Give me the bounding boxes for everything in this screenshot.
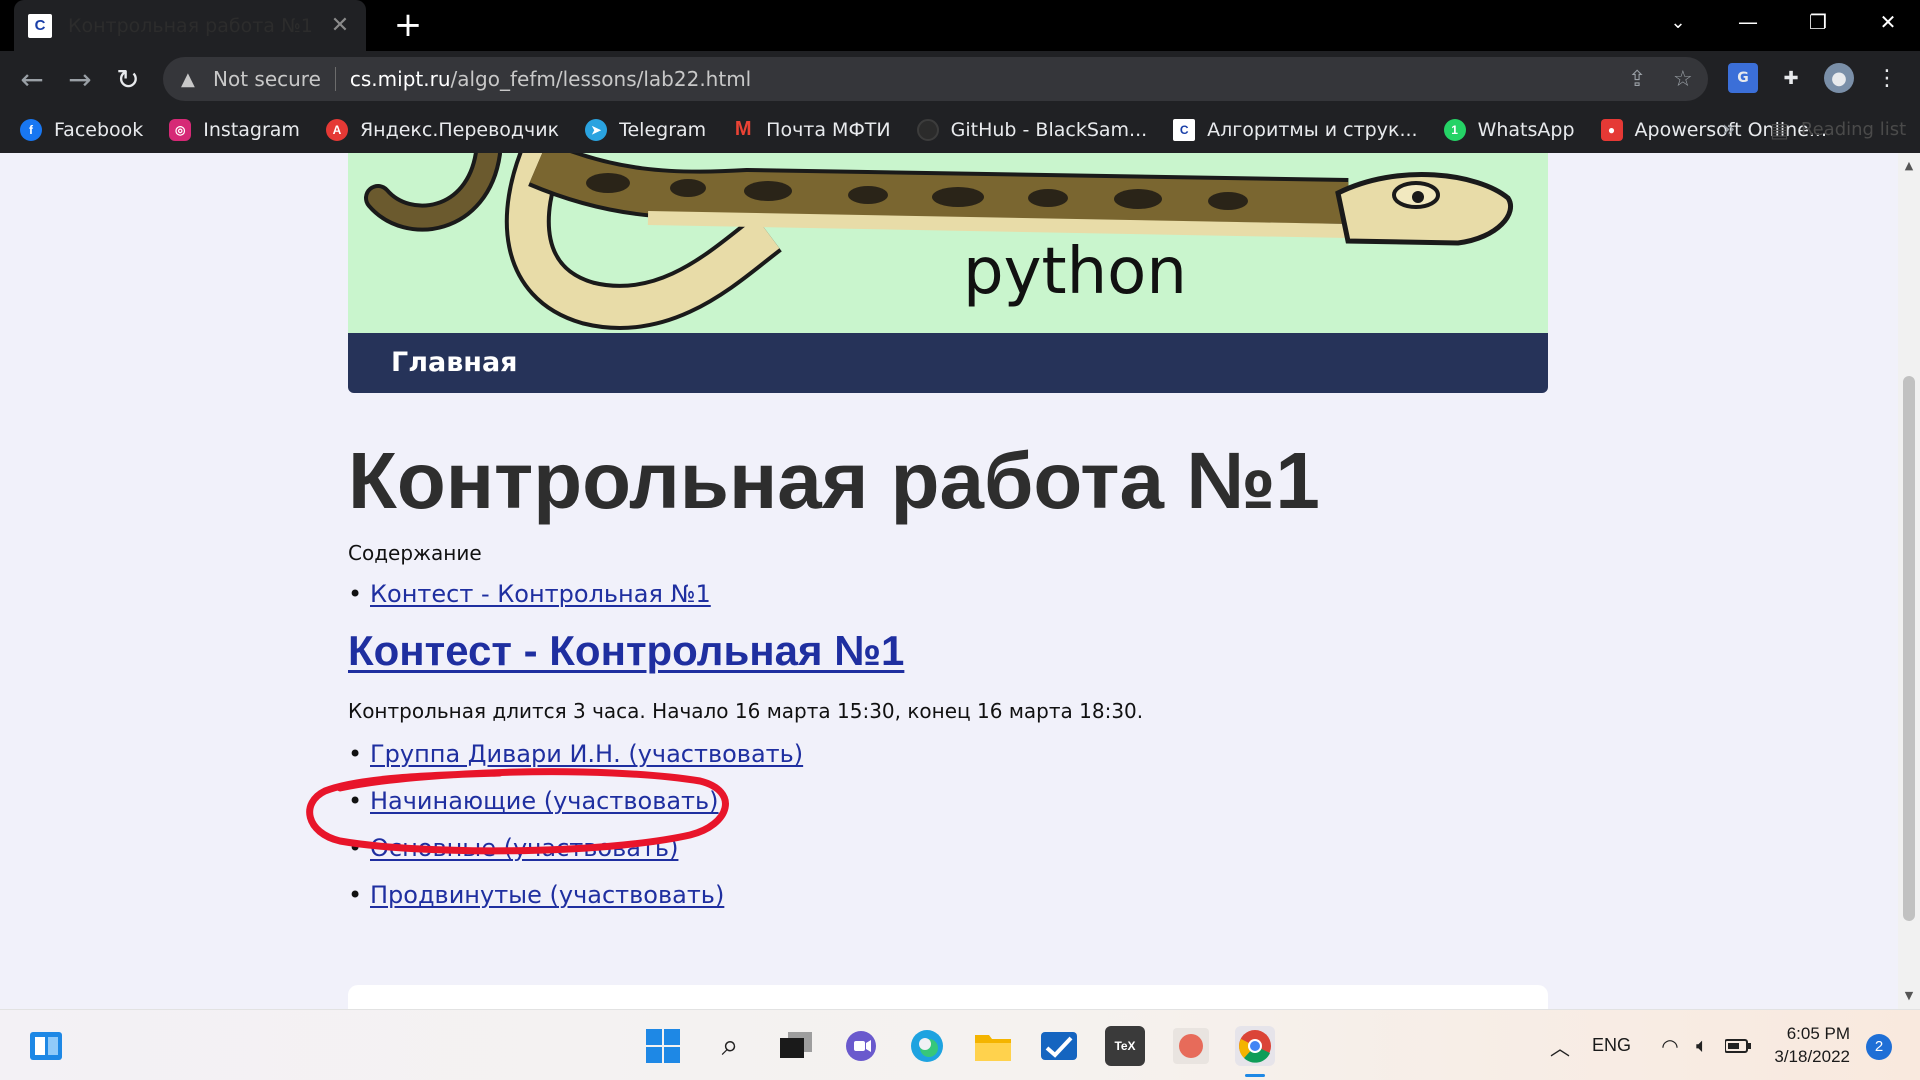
url-text[interactable]: cs.mipt.ru/algo_fefm/lessons/lab22.html: [350, 67, 751, 91]
instagram-icon: ◎: [169, 118, 192, 141]
back-icon[interactable]: ←: [12, 59, 52, 99]
task-view-icon[interactable]: [776, 1026, 816, 1066]
address-bar[interactable]: ▲ Not secure cs.mipt.ru/algo_fefm/lesson…: [163, 57, 1708, 101]
bookmark-label: Telegram: [619, 118, 707, 141]
toc-list: Контест - Контрольная №1: [348, 578, 711, 625]
bookmark-yandex-translate[interactable]: A Яндекс.Переводчик: [325, 118, 560, 141]
c-lang-icon: C: [1173, 118, 1196, 141]
close-window-icon[interactable]: ✕: [1860, 0, 1916, 44]
url-host: cs.mipt.ru: [349, 67, 451, 91]
footer-card: [348, 985, 1548, 1009]
python-snake-illustration: python: [364, 153, 1513, 330]
chrome-icon[interactable]: [1235, 1026, 1275, 1066]
reading-list-label: Reading list: [1800, 119, 1907, 140]
bookmark-instagram[interactable]: ◎ Instagram: [169, 118, 300, 141]
banner-text: python: [963, 235, 1187, 309]
bookmark-label: Facebook: [54, 118, 144, 141]
clock[interactable]: 6:05 PM 3/18/2022: [1770, 1022, 1850, 1068]
edge-icon[interactable]: [907, 1026, 947, 1066]
bookmark-label: Почта МФТИ: [766, 118, 891, 141]
bookmark-telegram[interactable]: ➤ Telegram: [585, 118, 707, 141]
list-item: Продвинутые (участвовать): [348, 879, 803, 926]
menu-icon[interactable]: ⋮: [1872, 63, 1902, 93]
whatsapp-icon: 1: [1443, 118, 1466, 141]
bookmark-label: GitHub - BlackSam...: [950, 118, 1148, 141]
omnibox-divider: [334, 67, 336, 91]
red-annotation-circle: [306, 768, 729, 855]
gmail-icon: M: [734, 118, 752, 140]
bookmark-github[interactable]: GitHub - BlackSam...: [916, 118, 1148, 141]
list-item: Контест - Контрольная №1: [348, 578, 711, 625]
toc-label: Содержание: [348, 541, 482, 565]
telegram-icon: ➤: [585, 118, 608, 141]
group-link-advanced[interactable]: Продвинутые (участвовать): [370, 881, 724, 909]
active-app-indicator: [1245, 1074, 1265, 1077]
bookmark-label: Instagram: [203, 118, 300, 141]
bookmark-label: Алгоритмы и струк...: [1207, 118, 1418, 141]
page-viewport: python Главная Контрольная работа №1 Сод…: [0, 153, 1898, 1009]
start-icon[interactable]: [643, 1026, 683, 1066]
tab-title: Контрольная работа №1: [68, 14, 313, 37]
forward-icon[interactable]: →: [60, 59, 100, 99]
duration-text: Контрольная длится 3 часа. Начало 16 мар…: [348, 699, 1144, 723]
page-title: Контрольная работа №1: [348, 436, 1320, 525]
bookmark-mipt-mail[interactable]: M Почта МФТИ: [732, 118, 891, 141]
section-heading-link[interactable]: Контест - Контрольная №1: [348, 627, 904, 675]
url-path: /algo_fefm/lessons/lab22.html: [450, 67, 752, 91]
facebook-icon: f: [20, 118, 42, 141]
nav-home-link[interactable]: Главная: [348, 333, 1548, 393]
browser-tab[interactable]: C Контрольная работа №1 ✕: [14, 0, 366, 51]
bookmark-whatsapp[interactable]: 1 WhatsApp: [1443, 118, 1575, 141]
reading-list-button[interactable]: ▤ Reading list: [1770, 106, 1906, 153]
bookmark-algorithms[interactable]: C Алгоритмы и струк...: [1173, 118, 1418, 141]
share-icon[interactable]: ⇪: [1628, 67, 1646, 92]
notification-badge[interactable]: 2: [1866, 1034, 1892, 1060]
show-hidden-icons-icon[interactable]: ︿: [1540, 1026, 1580, 1066]
github-icon: [916, 118, 939, 141]
minimize-icon[interactable]: —: [1720, 0, 1776, 44]
todo-icon[interactable]: [1039, 1026, 1079, 1066]
close-tab-icon[interactable]: ✕: [328, 13, 352, 38]
bookmarks-bar: f Facebook ◎ Instagram A Яндекс.Переводч…: [0, 106, 1920, 153]
search-icon[interactable]: ⌕: [710, 1026, 750, 1066]
bookmark-label: Яндекс.Переводчик: [359, 118, 560, 141]
app-icon[interactable]: [1171, 1026, 1211, 1066]
warning-icon: ▲: [181, 68, 195, 90]
volume-icon[interactable]: 🔈︎: [1682, 1026, 1722, 1066]
new-tab-button[interactable]: +: [388, 6, 428, 46]
reload-icon[interactable]: ↻: [108, 59, 148, 99]
tab-search-icon[interactable]: ⌄: [1650, 0, 1706, 44]
extensions-icon[interactable]: ✚: [1776, 63, 1806, 93]
file-explorer-icon[interactable]: [973, 1026, 1013, 1066]
texmaker-icon[interactable]: TeX: [1105, 1026, 1145, 1066]
google-translate-icon[interactable]: G: [1728, 63, 1758, 93]
bookmarks-overflow-icon[interactable]: »: [1722, 106, 1735, 153]
toolbar: ← → ↻ ▲ Not secure cs.mipt.ru/algo_fefm/…: [0, 51, 1920, 106]
profile-avatar-icon[interactable]: ●: [1824, 63, 1854, 93]
reading-list-icon: ▤: [1770, 117, 1789, 142]
yandex-translate-icon: A: [325, 118, 348, 141]
battery-icon[interactable]: [1718, 1026, 1758, 1066]
language-indicator[interactable]: ENG: [1592, 1035, 1631, 1056]
scroll-thumb[interactable]: [1903, 376, 1915, 921]
windows-taskbar: ⌕ TeX ︿ ENG ◠ 🔈︎ 6:05 PM 3/18/2022 2: [0, 1009, 1920, 1080]
tab-strip: C Контрольная работа №1 ✕ + ⌄ — ❐ ✕: [0, 0, 1920, 51]
restore-icon[interactable]: ❐: [1790, 0, 1846, 44]
clock-date: 3/18/2022: [1774, 1047, 1850, 1066]
page-scrollbar[interactable]: ▲ ▼: [1898, 153, 1920, 1009]
widgets-icon[interactable]: [26, 1026, 66, 1066]
c-lang-icon: C: [28, 13, 52, 38]
scroll-down-icon[interactable]: ▼: [1898, 989, 1920, 1002]
bookmark-star-icon[interactable]: ☆: [1673, 67, 1693, 92]
bookmark-facebook[interactable]: f Facebook: [20, 118, 144, 141]
clock-time: 6:05 PM: [1786, 1024, 1850, 1043]
security-label[interactable]: Not secure: [213, 67, 321, 91]
bookmark-label: WhatsApp: [1477, 118, 1575, 141]
apowersoft-icon: ●: [1600, 118, 1623, 141]
python-banner-image: python: [348, 153, 1548, 333]
toc-link-contest[interactable]: Контест - Контрольная №1: [370, 580, 711, 608]
chat-icon[interactable]: [841, 1026, 881, 1066]
scroll-up-icon[interactable]: ▲: [1898, 159, 1920, 172]
